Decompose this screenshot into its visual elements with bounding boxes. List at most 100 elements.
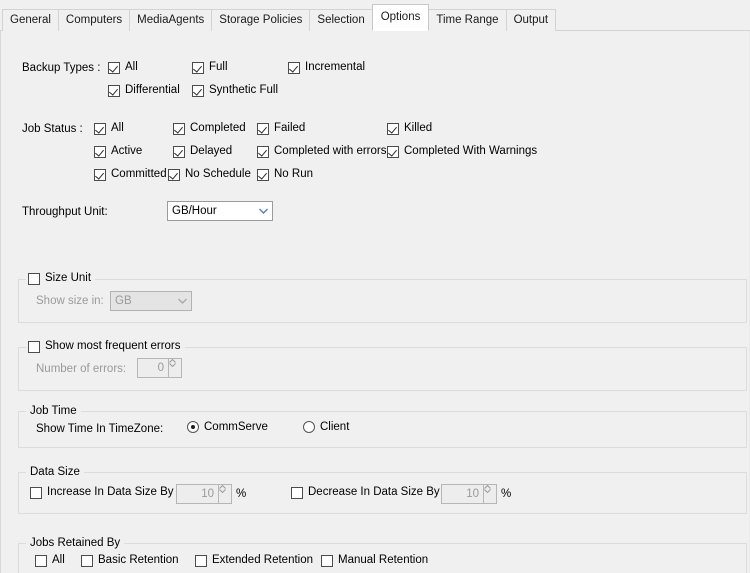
checkbox-retention-manual[interactable]: Manual Retention [321,554,428,567]
checkbox-decrease-in-data-size[interactable]: Decrease In Data Size By [291,486,440,499]
size-unit-group: Size Unit Show size in: GB [18,272,747,323]
checkbox-box [81,554,93,567]
checkbox-job-status-completed-with-errors[interactable]: Completed with errors [257,145,386,158]
checkbox-job-status-committed[interactable]: Committed [94,168,167,181]
chevron-down-icon [174,292,191,310]
throughput-unit-select[interactable]: GB/Hour [167,201,273,221]
checkbox-retention-all[interactable]: All [35,554,65,567]
checkbox-job-status-no-schedule[interactable]: No Schedule [168,168,251,181]
options-panel: Backup Types : All Full Incremental Diff… [0,31,750,573]
checkbox-box [94,145,106,158]
tab-general[interactable]: General [2,9,59,31]
checkbox-box [108,61,120,74]
checkbox-label: Synthetic Full [209,84,279,96]
checkbox-label: Completed [190,122,246,134]
decrease-data-size-value[interactable]: 10 [441,484,484,504]
checkbox-label: No Schedule [185,168,251,180]
job-time-group-title: Job Time [26,405,81,417]
checkbox-label: Killed [404,122,433,134]
checkbox-box [192,61,204,74]
number-of-errors-value[interactable]: 0 [137,358,169,378]
stepper-down-icon[interactable] [169,363,181,367]
checkbox-show-most-frequent-errors[interactable]: Show most frequent errors [26,340,185,353]
checkbox-box [387,145,399,158]
checkbox-label: Increase In Data Size By [47,486,174,498]
checkbox-backup-type-full[interactable]: Full [192,61,228,74]
radio-label: Client [320,421,350,433]
increase-data-size-stepper[interactable]: 10 [176,484,232,504]
stepper-down-icon[interactable] [219,489,231,493]
number-of-errors-stepper[interactable]: 0 [137,358,182,378]
checkbox-job-status-all[interactable]: All [94,122,124,135]
checkbox-job-status-delayed[interactable]: Delayed [173,145,232,158]
tab-output[interactable]: Output [505,9,557,31]
job-status-label: Job Status : [22,123,83,135]
decrease-data-size-unit: % [501,488,512,500]
checkbox-size-unit[interactable]: Size Unit [26,272,96,285]
backup-types-label: Backup Types : [22,62,101,74]
tab-storage-policies[interactable]: Storage Policies [211,9,311,31]
checkbox-backup-type-incremental[interactable]: Incremental [288,61,365,74]
options-page: General Computers MediaAgents Storage Po… [0,0,750,573]
checkbox-box [173,145,185,158]
throughput-unit-value: GB/Hour [172,205,217,217]
stepper-down-icon[interactable] [484,489,496,493]
checkbox-retention-basic[interactable]: Basic Retention [81,554,179,567]
chevron-down-icon [255,202,272,220]
checkbox-backup-type-synthetic-full[interactable]: Synthetic Full [192,84,278,97]
tab-options[interactable]: Options [371,4,430,31]
stepper-buttons[interactable] [169,358,182,378]
checkbox-label: All [125,61,138,73]
checkbox-box [387,122,399,135]
stepper-buttons[interactable] [219,484,232,504]
tab-selection[interactable]: Selection [309,9,373,31]
tab-time-range[interactable]: Time Range [428,9,507,31]
checkbox-box [94,168,106,181]
checkbox-increase-in-data-size[interactable]: Increase In Data Size By [30,486,174,499]
checkbox-backup-type-all[interactable]: All [108,61,138,74]
radio-timezone-client[interactable]: Client [303,421,349,433]
radio-timezone-commserve[interactable]: CommServe [187,421,268,433]
checkbox-box [192,84,204,97]
increase-data-size-unit: % [236,488,247,500]
checkbox-label: Full [209,61,228,73]
checkbox-backup-type-differential[interactable]: Differential [108,84,180,97]
checkbox-label: Size Unit [45,272,92,284]
tab-mediaagents[interactable]: MediaAgents [129,9,213,31]
checkbox-box [94,122,106,135]
checkbox-job-status-completed-with-warnings[interactable]: Completed With Warnings [387,145,537,158]
checkbox-label: All [52,554,65,566]
radio-label: CommServe [204,421,268,433]
stepper-buttons[interactable] [484,484,497,504]
checkbox-job-status-active[interactable]: Active [94,145,142,158]
checkbox-box [173,122,185,135]
checkbox-label: Show most frequent errors [45,340,181,352]
decrease-data-size-stepper[interactable]: 10 [441,484,497,504]
checkbox-label: No Run [274,168,313,180]
checkbox-job-status-failed[interactable]: Failed [257,122,305,135]
checkbox-label: Completed with errors [274,145,387,157]
checkbox-job-status-killed[interactable]: Killed [387,122,432,135]
checkbox-job-status-completed[interactable]: Completed [173,122,246,135]
job-time-group: Job Time Show Time In TimeZone: CommServ… [18,405,747,448]
data-size-group-title: Data Size [26,466,84,478]
checkbox-retention-extended[interactable]: Extended Retention [195,554,313,567]
checkbox-label: All [111,122,124,134]
radio-dot [187,421,199,433]
checkbox-box [28,272,40,285]
show-size-in-label: Show size in: [36,295,104,307]
checkbox-label: Extended Retention [212,554,314,566]
checkbox-label: Manual Retention [338,554,429,566]
checkbox-label: Differential [125,84,180,96]
jobs-retained-by-group: Jobs Retained By All Basic Retention Ext… [18,537,747,573]
tab-computers[interactable]: Computers [57,9,131,31]
show-size-in-select[interactable]: GB [110,291,192,311]
number-of-errors-label: Number of errors: [36,363,127,375]
checkbox-job-status-no-run[interactable]: No Run [257,168,313,181]
checkbox-box [257,145,269,158]
checkbox-label: Completed With Warnings [404,145,538,157]
checkbox-label: Basic Retention [98,554,179,566]
show-time-in-timezone-label: Show Time In TimeZone: [36,423,164,435]
increase-data-size-value[interactable]: 10 [176,484,219,504]
checkbox-label: Failed [274,122,306,134]
